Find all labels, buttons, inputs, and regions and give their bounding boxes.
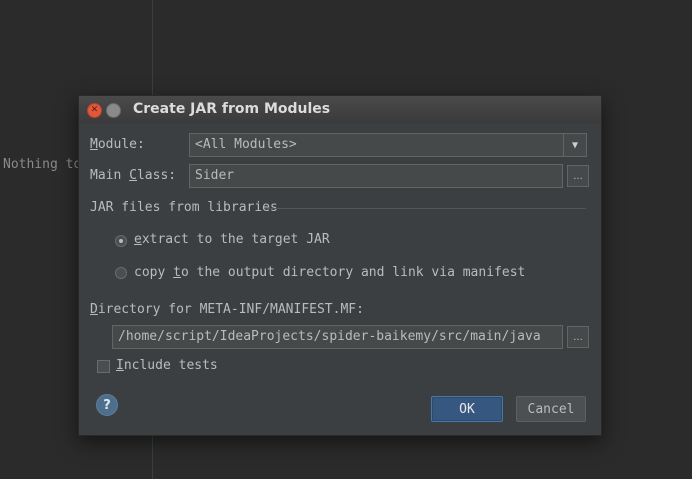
ok-button[interactable]: OK	[431, 396, 503, 422]
create-jar-dialog: ✕ Create JAR from Modules Module: <All M…	[78, 95, 602, 436]
copy-radio[interactable]	[115, 267, 127, 279]
main-class-browse-button[interactable]: ...	[567, 165, 589, 187]
extract-radio[interactable]	[115, 235, 127, 247]
extract-radio-label[interactable]: extract to the target JAR	[134, 232, 330, 247]
libraries-group-title: JAR files from libraries	[90, 200, 278, 215]
main-class-label: Main Class:	[90, 168, 177, 183]
main-class-value: Sider	[195, 168, 235, 183]
module-combobox[interactable]: <All Modules> ▼	[189, 133, 587, 157]
manifest-dir-value: /home/script/IdeaProjects/spider-baikemy…	[118, 329, 541, 344]
dialog-titlebar[interactable]: ✕ Create JAR from Modules	[79, 96, 601, 124]
radio-selected-dot	[119, 239, 123, 243]
manifest-dir-browse-button[interactable]: ...	[567, 326, 589, 348]
main-class-field[interactable]: Sider	[189, 164, 563, 188]
manifest-dir-label: Directory for META-INF/MANIFEST.MF:	[90, 302, 364, 317]
module-label: Module:	[90, 137, 145, 152]
group-divider	[265, 208, 586, 209]
help-icon[interactable]: ?	[96, 394, 118, 416]
minimize-icon[interactable]	[106, 103, 121, 118]
chevron-down-icon[interactable]: ▼	[563, 134, 586, 156]
manifest-dir-field[interactable]: /home/script/IdeaProjects/spider-baikemy…	[112, 325, 563, 349]
include-tests-checkbox[interactable]	[97, 360, 110, 373]
cancel-button[interactable]: Cancel	[516, 396, 586, 422]
dialog-title: Create JAR from Modules	[133, 101, 331, 117]
empty-state-text: Nothing to	[3, 157, 82, 172]
copy-radio-label[interactable]: copy to the output directory and link vi…	[134, 265, 525, 280]
module-value: <All Modules>	[195, 137, 297, 152]
close-icon[interactable]: ✕	[87, 103, 102, 118]
include-tests-label[interactable]: Include tests	[116, 358, 218, 373]
